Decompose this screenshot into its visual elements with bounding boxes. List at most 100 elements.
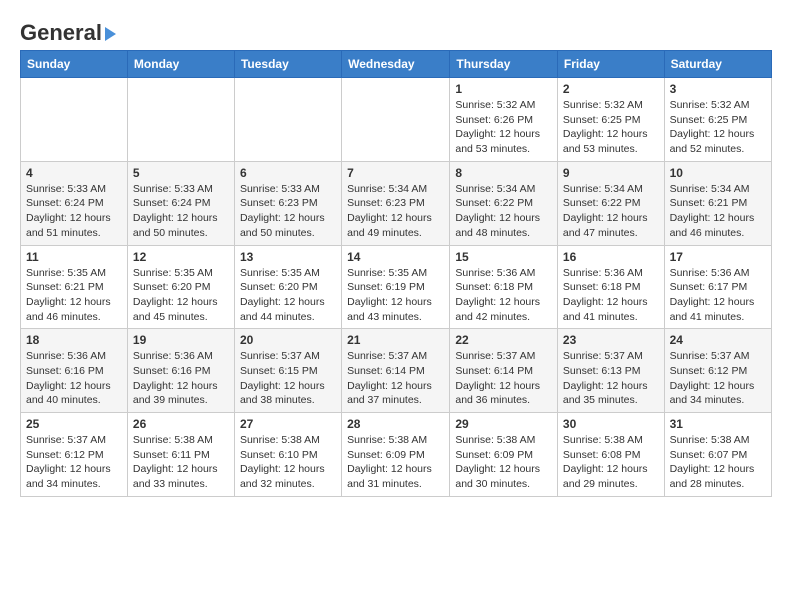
day-info: Sunrise: 5:33 AM Sunset: 6:23 PM Dayligh… bbox=[240, 182, 336, 241]
day-info: Sunrise: 5:32 AM Sunset: 6:26 PM Dayligh… bbox=[455, 98, 552, 157]
calendar-cell: 4 Sunrise: 5:33 AM Sunset: 6:24 PM Daylig… bbox=[21, 161, 128, 245]
day-info: Sunrise: 5:36 AM Sunset: 6:17 PM Dayligh… bbox=[670, 266, 766, 325]
calendar-cell: 13 Sunrise: 5:35 AM Sunset: 6:20 PM Dayli… bbox=[234, 245, 341, 329]
calendar-cell: 17Sunrise: 5:36 AM Sunset: 6:17 PM Dayli… bbox=[664, 245, 771, 329]
calendar-week-5: 25 Sunrise: 5:37 AM Sunset: 6:12 PM Dayli… bbox=[21, 413, 772, 497]
day-info: Sunrise: 5:35 AM Sunset: 6:21 PM Dayligh… bbox=[26, 266, 122, 325]
day-info: Sunrise: 5:38 AM Sunset: 6:11 PM Dayligh… bbox=[133, 433, 229, 492]
calendar-cell bbox=[234, 78, 341, 162]
calendar-cell: 29 Sunrise: 5:38 AM Sunset: 6:09 PM Dayli… bbox=[450, 413, 558, 497]
calendar-cell: 31 Sunrise: 5:38 AM Sunset: 6:07 PM Dayli… bbox=[664, 413, 771, 497]
day-info: Sunrise: 5:37 AM Sunset: 6:14 PM Dayligh… bbox=[455, 349, 552, 408]
calendar-cell: 7Sunrise: 5:34 AM Sunset: 6:23 PM Daylig… bbox=[342, 161, 450, 245]
day-number: 23 bbox=[563, 333, 659, 347]
day-number: 6 bbox=[240, 166, 336, 180]
day-number: 3 bbox=[670, 82, 766, 96]
day-number: 5 bbox=[133, 166, 229, 180]
day-number: 21 bbox=[347, 333, 444, 347]
calendar-cell: 5 Sunrise: 5:33 AM Sunset: 6:24 PM Daylig… bbox=[127, 161, 234, 245]
calendar-week-2: 4 Sunrise: 5:33 AM Sunset: 6:24 PM Daylig… bbox=[21, 161, 772, 245]
calendar-cell: 21 Sunrise: 5:37 AM Sunset: 6:14 PM Dayli… bbox=[342, 329, 450, 413]
day-number: 1 bbox=[455, 82, 552, 96]
header: General bbox=[20, 16, 772, 42]
day-number: 22 bbox=[455, 333, 552, 347]
calendar-cell: 1 Sunrise: 5:32 AM Sunset: 6:26 PM Daylig… bbox=[450, 78, 558, 162]
day-number: 29 bbox=[455, 417, 552, 431]
day-number: 30 bbox=[563, 417, 659, 431]
day-info: Sunrise: 5:32 AM Sunset: 6:25 PM Dayligh… bbox=[670, 98, 766, 157]
day-info: Sunrise: 5:34 AM Sunset: 6:22 PM Dayligh… bbox=[563, 182, 659, 241]
day-number: 24 bbox=[670, 333, 766, 347]
calendar-header-tuesday: Tuesday bbox=[234, 51, 341, 78]
logo: General bbox=[20, 20, 116, 42]
day-number: 20 bbox=[240, 333, 336, 347]
day-number: 28 bbox=[347, 417, 444, 431]
calendar-header-monday: Monday bbox=[127, 51, 234, 78]
calendar-cell: 16 Sunrise: 5:36 AM Sunset: 6:18 PM Dayli… bbox=[557, 245, 664, 329]
logo-general: General bbox=[20, 20, 102, 46]
day-number: 12 bbox=[133, 250, 229, 264]
day-number: 19 bbox=[133, 333, 229, 347]
calendar-table: SundayMondayTuesdayWednesdayThursdayFrid… bbox=[20, 50, 772, 497]
day-number: 8 bbox=[455, 166, 552, 180]
day-number: 13 bbox=[240, 250, 336, 264]
calendar-cell: 11Sunrise: 5:35 AM Sunset: 6:21 PM Dayli… bbox=[21, 245, 128, 329]
day-number: 2 bbox=[563, 82, 659, 96]
day-info: Sunrise: 5:32 AM Sunset: 6:25 PM Dayligh… bbox=[563, 98, 659, 157]
calendar-cell: 28 Sunrise: 5:38 AM Sunset: 6:09 PM Dayli… bbox=[342, 413, 450, 497]
day-info: Sunrise: 5:35 AM Sunset: 6:20 PM Dayligh… bbox=[240, 266, 336, 325]
day-info: Sunrise: 5:38 AM Sunset: 6:09 PM Dayligh… bbox=[347, 433, 444, 492]
calendar-header-thursday: Thursday bbox=[450, 51, 558, 78]
day-info: Sunrise: 5:36 AM Sunset: 6:18 PM Dayligh… bbox=[563, 266, 659, 325]
day-info: Sunrise: 5:38 AM Sunset: 6:07 PM Dayligh… bbox=[670, 433, 766, 492]
day-info: Sunrise: 5:35 AM Sunset: 6:20 PM Dayligh… bbox=[133, 266, 229, 325]
calendar-header-row: SundayMondayTuesdayWednesdayThursdayFrid… bbox=[21, 51, 772, 78]
calendar-cell: 24 Sunrise: 5:37 AM Sunset: 6:12 PM Dayli… bbox=[664, 329, 771, 413]
day-number: 10 bbox=[670, 166, 766, 180]
calendar-cell: 18 Sunrise: 5:36 AM Sunset: 6:16 PM Dayli… bbox=[21, 329, 128, 413]
calendar-cell: 10Sunrise: 5:34 AM Sunset: 6:21 PM Dayli… bbox=[664, 161, 771, 245]
calendar-cell: 2 Sunrise: 5:32 AM Sunset: 6:25 PM Daylig… bbox=[557, 78, 664, 162]
calendar-cell: 3 Sunrise: 5:32 AM Sunset: 6:25 PM Daylig… bbox=[664, 78, 771, 162]
day-number: 16 bbox=[563, 250, 659, 264]
day-number: 4 bbox=[26, 166, 122, 180]
day-info: Sunrise: 5:36 AM Sunset: 6:16 PM Dayligh… bbox=[133, 349, 229, 408]
day-info: Sunrise: 5:38 AM Sunset: 6:08 PM Dayligh… bbox=[563, 433, 659, 492]
day-info: Sunrise: 5:37 AM Sunset: 6:12 PM Dayligh… bbox=[670, 349, 766, 408]
calendar-cell: 12 Sunrise: 5:35 AM Sunset: 6:20 PM Dayli… bbox=[127, 245, 234, 329]
day-number: 25 bbox=[26, 417, 122, 431]
day-info: Sunrise: 5:37 AM Sunset: 6:15 PM Dayligh… bbox=[240, 349, 336, 408]
day-info: Sunrise: 5:38 AM Sunset: 6:09 PM Dayligh… bbox=[455, 433, 552, 492]
day-info: Sunrise: 5:34 AM Sunset: 6:22 PM Dayligh… bbox=[455, 182, 552, 241]
calendar-cell: 19 Sunrise: 5:36 AM Sunset: 6:16 PM Dayli… bbox=[127, 329, 234, 413]
day-info: Sunrise: 5:36 AM Sunset: 6:16 PM Dayligh… bbox=[26, 349, 122, 408]
calendar-cell bbox=[342, 78, 450, 162]
day-number: 31 bbox=[670, 417, 766, 431]
day-number: 18 bbox=[26, 333, 122, 347]
calendar-cell: 15 Sunrise: 5:36 AM Sunset: 6:18 PM Dayli… bbox=[450, 245, 558, 329]
day-number: 14 bbox=[347, 250, 444, 264]
day-info: Sunrise: 5:33 AM Sunset: 6:24 PM Dayligh… bbox=[26, 182, 122, 241]
calendar-cell bbox=[127, 78, 234, 162]
logo-arrow-icon bbox=[105, 27, 116, 41]
calendar-cell: 8 Sunrise: 5:34 AM Sunset: 6:22 PM Daylig… bbox=[450, 161, 558, 245]
day-info: Sunrise: 5:37 AM Sunset: 6:12 PM Dayligh… bbox=[26, 433, 122, 492]
calendar-cell: 14 Sunrise: 5:35 AM Sunset: 6:19 PM Dayli… bbox=[342, 245, 450, 329]
day-info: Sunrise: 5:36 AM Sunset: 6:18 PM Dayligh… bbox=[455, 266, 552, 325]
day-number: 27 bbox=[240, 417, 336, 431]
day-info: Sunrise: 5:37 AM Sunset: 6:14 PM Dayligh… bbox=[347, 349, 444, 408]
calendar-cell: 25 Sunrise: 5:37 AM Sunset: 6:12 PM Dayli… bbox=[21, 413, 128, 497]
calendar-cell: 20 Sunrise: 5:37 AM Sunset: 6:15 PM Dayli… bbox=[234, 329, 341, 413]
day-number: 9 bbox=[563, 166, 659, 180]
calendar-week-3: 11Sunrise: 5:35 AM Sunset: 6:21 PM Dayli… bbox=[21, 245, 772, 329]
calendar-header-friday: Friday bbox=[557, 51, 664, 78]
calendar-header-saturday: Saturday bbox=[664, 51, 771, 78]
day-info: Sunrise: 5:35 AM Sunset: 6:19 PM Dayligh… bbox=[347, 266, 444, 325]
day-info: Sunrise: 5:37 AM Sunset: 6:13 PM Dayligh… bbox=[563, 349, 659, 408]
day-info: Sunrise: 5:33 AM Sunset: 6:24 PM Dayligh… bbox=[133, 182, 229, 241]
calendar-week-4: 18 Sunrise: 5:36 AM Sunset: 6:16 PM Dayli… bbox=[21, 329, 772, 413]
day-number: 15 bbox=[455, 250, 552, 264]
calendar-header-sunday: Sunday bbox=[21, 51, 128, 78]
day-number: 7 bbox=[347, 166, 444, 180]
calendar-cell: 9 Sunrise: 5:34 AM Sunset: 6:22 PM Daylig… bbox=[557, 161, 664, 245]
